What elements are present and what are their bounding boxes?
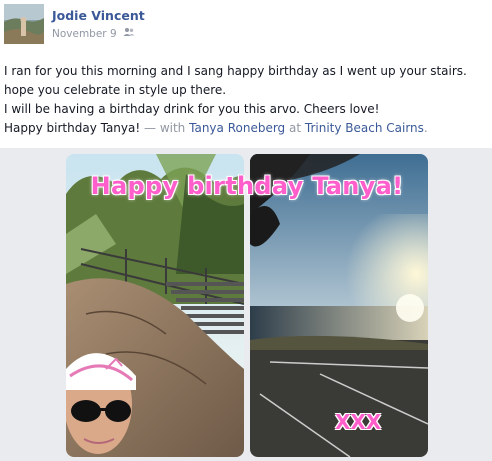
post-text-line: hope you celebrate in style up there. — [4, 83, 227, 97]
post: Jodie Vincent November 9 I ran for you t… — [0, 0, 492, 461]
post-text-line-tags: Happy birthday Tanya! — with Tanya Roneb… — [4, 119, 488, 138]
at-text: at — [289, 121, 302, 135]
avatar[interactable] — [4, 4, 44, 44]
photo-area: Happy birthday Tanya! XXX — [0, 148, 492, 461]
birthday-text: Happy birthday Tanya! — [4, 121, 141, 135]
post-header: Jodie Vincent November 9 — [0, 0, 492, 50]
post-meta: November 9 — [52, 27, 135, 40]
location-link[interactable]: Trinity Beach Cairns — [305, 121, 424, 135]
avatar-image — [4, 4, 44, 44]
with-text: — with — [144, 121, 186, 135]
post-text-line: I will be having a birthday drink for yo… — [4, 102, 380, 116]
post-text-line: I ran for you this morning and I sang ha… — [4, 64, 467, 78]
author-name[interactable]: Jodie Vincent — [52, 8, 145, 23]
friends-icon[interactable] — [123, 27, 135, 40]
post-date[interactable]: November 9 — [52, 28, 117, 40]
period-text: . — [423, 121, 428, 135]
post-text: I ran for you this morning and I sang ha… — [4, 62, 488, 138]
photo-overlay-title: Happy birthday Tanya! — [90, 172, 404, 200]
photo-overlay-signoff: XXX — [335, 410, 382, 434]
tagged-person-link[interactable]: Tanya Roneberg — [189, 121, 285, 135]
